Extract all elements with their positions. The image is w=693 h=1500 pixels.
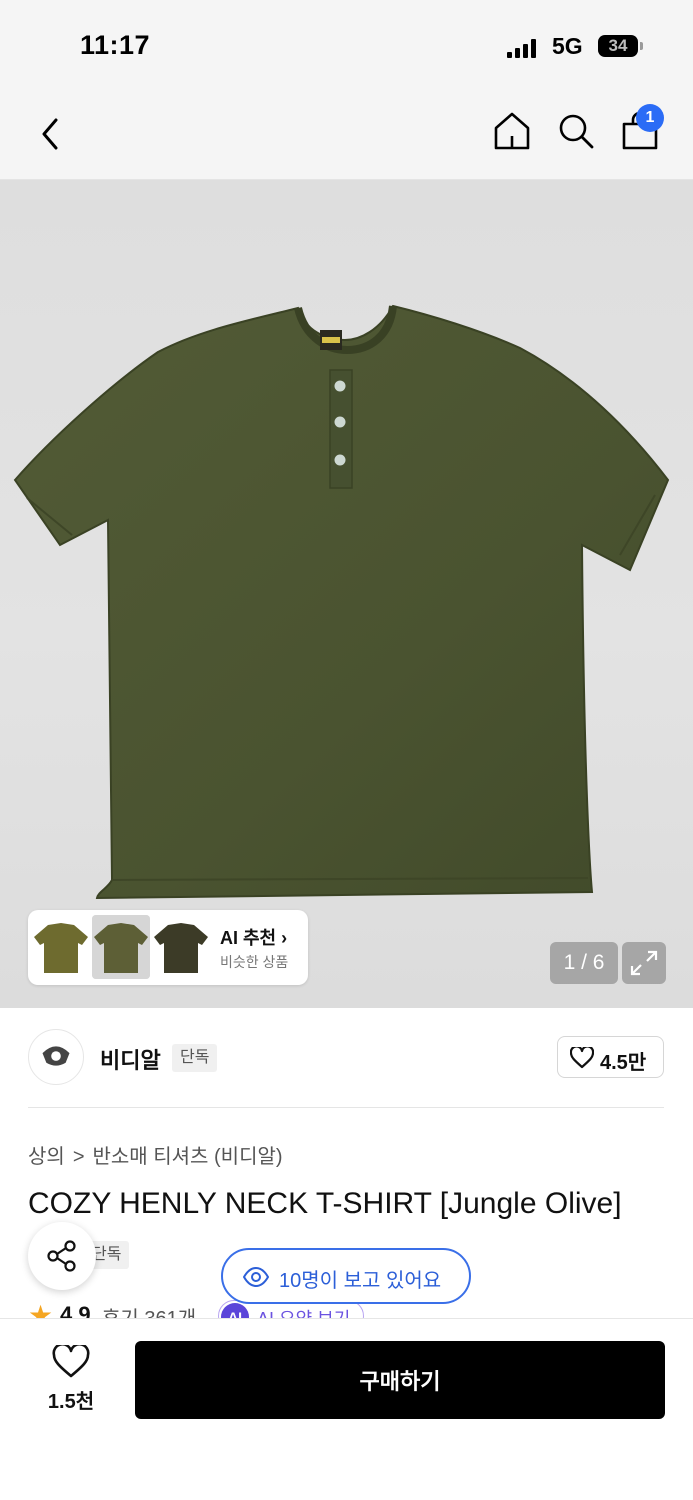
signal-icon — [507, 38, 539, 58]
divider — [28, 1107, 664, 1108]
ai-recommend-box[interactable]: AI 추천 › 비슷한 상품 — [28, 910, 308, 985]
home-icon[interactable] — [492, 110, 532, 152]
share-button[interactable] — [28, 1222, 96, 1290]
expand-icon[interactable] — [622, 942, 666, 984]
thumb-olive-shirt[interactable] — [32, 915, 90, 979]
battery-tip — [640, 42, 643, 50]
top-nav: 1 — [0, 90, 693, 180]
heart-icon — [570, 1047, 594, 1069]
share-icon — [47, 1240, 76, 1272]
breadcrumb-separator: > — [72, 1146, 85, 1168]
viewers-toast: 10명이 보고 있어요 — [221, 1248, 471, 1304]
bottom-action-bar: 1.5천 구매하기 — [0, 1318, 693, 1500]
product-image-gallery[interactable]: AI 추천 › 비슷한 상품 1 / 6 — [0, 180, 693, 1008]
breadcrumb-item-top[interactable]: 상의 — [28, 1146, 65, 1168]
eye-icon — [243, 1267, 269, 1287]
brand-exclusive-tag: 단독 — [172, 1044, 218, 1072]
buy-button[interactable]: 구매하기 — [135, 1341, 665, 1419]
wishlist-heart-icon[interactable] — [52, 1345, 90, 1379]
viewers-text: 10명이 보고 있어요 — [279, 1270, 442, 1292]
image-pager: 1 / 6 — [550, 942, 618, 984]
breadcrumb-item-category[interactable]: 반소매 티셔츠 (비디알) — [93, 1146, 283, 1168]
back-icon[interactable] — [36, 112, 66, 156]
brand-like-button[interactable]: 4.5만 — [557, 1036, 664, 1078]
status-bar: 11:17 5G 34 — [0, 0, 693, 90]
thumb-green-shirt[interactable] — [92, 915, 150, 979]
brand-name[interactable]: 비디알 — [100, 1043, 161, 1075]
product-title: COZY HENLY NECK T-SHIRT [Jungle Olive] — [28, 1187, 622, 1220]
product-shirt-image — [13, 304, 670, 900]
network-label: 5G — [552, 33, 583, 59]
ai-recommend-subtitle: 비슷한 상품 — [220, 954, 289, 970]
brand-like-count: 4.5만 — [600, 1052, 647, 1074]
wishlist-count: 1.5천 — [47, 1391, 95, 1413]
search-icon[interactable] — [556, 110, 596, 152]
breadcrumb: 상의 > 반소매 티셔츠 (비디알) — [28, 1140, 283, 1169]
ai-recommend-title[interactable]: AI 추천 › — [220, 924, 287, 950]
thumb-dark-shirt[interactable] — [152, 915, 210, 979]
battery-icon: 34 — [598, 35, 638, 57]
status-time: 11:17 — [80, 30, 151, 60]
cart-count-badge: 1 — [636, 104, 664, 132]
brand-logo[interactable] — [28, 1029, 84, 1085]
